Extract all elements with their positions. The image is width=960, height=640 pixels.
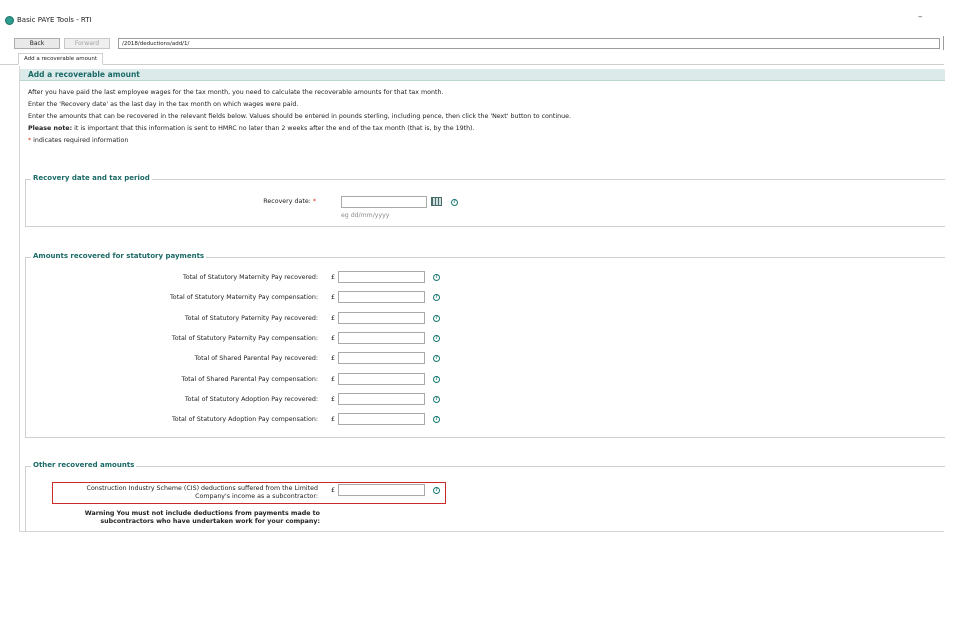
recovery-legend: Recovery date and tax period	[31, 174, 152, 182]
help-icon[interactable]: ?	[433, 274, 440, 281]
tab-add-recoverable-amount[interactable]: Add a recoverable amount	[18, 53, 104, 65]
statutory-amount-input[interactable]	[338, 352, 425, 365]
statutory-row-label: Total of Statutory Paternity Pay recover…	[184, 314, 318, 322]
currency-symbol: £	[331, 355, 336, 363]
warning-line-2: subcontractors who have undertaken work …	[100, 518, 320, 525]
help-icon[interactable]: ?	[433, 375, 440, 383]
recovery-date-section: Recovery date and tax period Recovery da…	[25, 174, 945, 227]
intro-line-2: Enter the 'Recovery date' as the last da…	[28, 101, 299, 108]
statutory-amount-input[interactable]	[338, 392, 425, 405]
page-header: Add a recoverable amount	[20, 69, 945, 81]
cis-deductions-input[interactable]	[338, 484, 425, 496]
statutory-amount-input[interactable]	[338, 331, 425, 344]
recovery-date-required-star: *	[312, 198, 316, 205]
window-title: Basic PAYE Tools - RTI	[17, 16, 92, 24]
required-text: indicates required information	[31, 137, 129, 144]
currency-symbol: £	[331, 487, 336, 494]
date-format-hint: eg dd/mm/yyyy	[341, 212, 390, 219]
other-legend: Other recovered amounts	[31, 461, 137, 469]
help-icon[interactable]: ?	[433, 294, 440, 302]
help-icon[interactable]: ?	[433, 334, 440, 342]
statutory-row-label: Total of Statutory Maternity Pay recover…	[182, 274, 318, 281]
help-icon[interactable]: ?	[433, 395, 440, 403]
currency-symbol: £	[331, 294, 336, 302]
app-logo-icon	[5, 16, 14, 25]
tab-strip: Add a recoverable amount	[0, 53, 944, 65]
cis-label-line-1: Construction Industry Scheme (CIS) deduc…	[86, 485, 318, 492]
currency-symbol: £	[331, 334, 336, 342]
intro-line-1: After you have paid the last employee wa…	[28, 89, 444, 96]
title-bar: Basic PAYE Tools - RTI –	[0, 0, 960, 34]
minimize-button[interactable]: –	[918, 12, 923, 22]
note-line: Please note: it is important that this i…	[28, 125, 475, 132]
help-icon[interactable]: ?	[433, 487, 440, 494]
statutory-row-label: Total of Statutory Adoption Pay compensa…	[171, 416, 318, 424]
help-icon[interactable]: ?	[433, 314, 440, 322]
note-text: it is important that this information is…	[72, 125, 475, 132]
recovery-date-label-text: Recovery date:	[263, 198, 311, 205]
currency-symbol: £	[331, 375, 336, 383]
warning-line-1: Warning You must not include deductions …	[84, 510, 320, 517]
statutory-row-label: Total of Statutory Maternity Pay compens…	[170, 294, 318, 302]
navigation-bar: Back Forward	[14, 38, 940, 49]
page-title: Add a recoverable amount	[28, 70, 140, 79]
required-note: * indicates required information	[28, 137, 128, 144]
intro-line-3: Enter the amounts that can be recovered …	[28, 113, 571, 120]
statutory-legend: Amounts recovered for statutory payments	[31, 252, 207, 260]
other-amounts-section: Other recovered amounts Construction Ind…	[25, 461, 945, 532]
currency-symbol: £	[331, 416, 336, 424]
note-bold: Please note:	[28, 125, 73, 132]
main-content: Add a recoverable amount After you have …	[19, 66, 945, 532]
statutory-amount-input[interactable]	[338, 413, 425, 426]
recovery-date-input[interactable]	[341, 196, 427, 208]
back-button[interactable]: Back	[14, 38, 60, 49]
cis-warning: Warning You must not include deductions …	[62, 510, 320, 526]
help-icon[interactable]: ?	[433, 355, 440, 363]
help-icon[interactable]: ?	[451, 199, 458, 206]
forward-button[interactable]: Forward	[64, 38, 110, 49]
statutory-amount-input[interactable]	[338, 271, 425, 283]
statutory-amount-input[interactable]	[338, 291, 425, 304]
currency-symbol: £	[331, 395, 336, 403]
statutory-row-label: Total of Shared Parental Pay recovered:	[194, 355, 319, 363]
statutory-row-label: Total of Statutory Adoption Pay recovere…	[184, 395, 318, 403]
currency-symbol: £	[331, 314, 336, 322]
statutory-amount-input[interactable]	[338, 372, 425, 385]
statutory-row-label: Total of Shared Parental Pay compensatio…	[181, 375, 318, 383]
calendar-icon[interactable]	[431, 197, 442, 206]
help-icon[interactable]: ?	[433, 416, 440, 424]
window-edge	[943, 36, 944, 50]
currency-symbol: £	[331, 274, 336, 281]
address-field[interactable]	[118, 38, 940, 49]
statutory-payments-section: Amounts recovered for statutory payments…	[25, 252, 945, 438]
statutory-amount-input[interactable]	[338, 311, 425, 324]
recovery-date-label: Recovery date: *	[26, 198, 316, 205]
cis-label-line-2: Company's income as a subcontractor:	[195, 493, 318, 500]
statutory-row-label: Total of Statutory Paternity Pay compens…	[171, 334, 318, 342]
cis-label: Construction Industry Scheme (CIS) deduc…	[56, 485, 318, 501]
